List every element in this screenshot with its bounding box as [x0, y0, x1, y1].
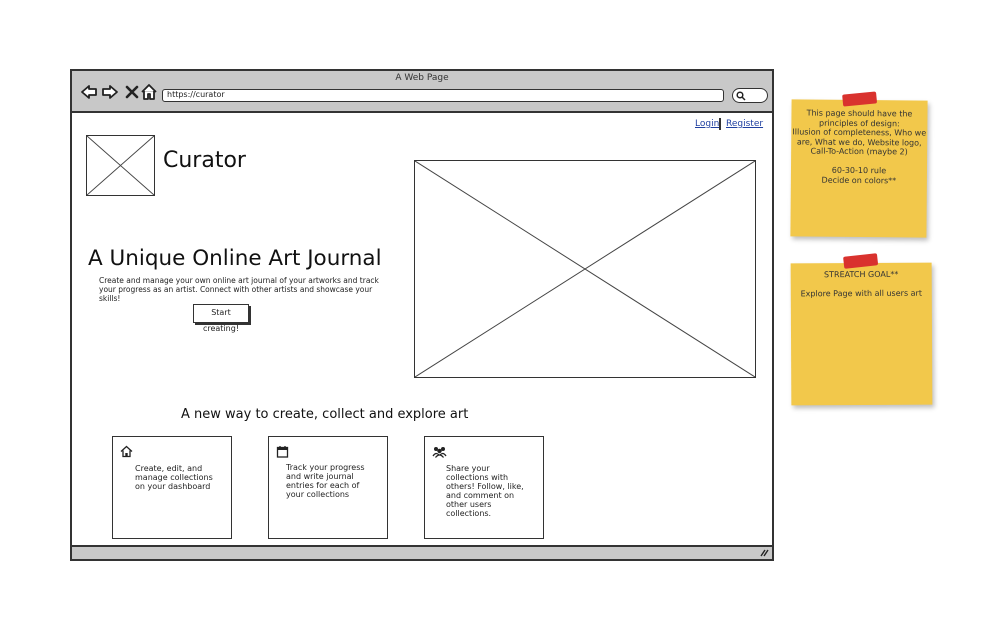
feature-card-dashboard: Create, edit, and manage collections on …	[112, 436, 232, 539]
login-link[interactable]: Login	[695, 119, 719, 129]
calendar-icon	[276, 446, 289, 458]
hero-description: Create and manage your own online art jo…	[99, 276, 379, 303]
home-icon[interactable]	[140, 83, 158, 101]
site-name: Curator	[163, 148, 246, 173]
note-line: Illusion of completeness, Who we	[792, 127, 927, 138]
users-icon	[432, 447, 447, 458]
feature-text: Track your progress and write journal en…	[286, 463, 365, 499]
features-heading: A new way to create, collect and explore…	[181, 407, 469, 422]
logo-placeholder	[86, 135, 155, 196]
link-divider	[719, 118, 721, 130]
note-line: This page should have the	[806, 108, 913, 119]
browser-statusbar	[72, 545, 772, 559]
home-icon	[120, 445, 133, 458]
close-icon[interactable]	[123, 83, 141, 101]
sticky-note-design: This page should have the principles of …	[790, 91, 928, 238]
back-arrow-icon[interactable]	[80, 83, 98, 101]
forward-arrow-icon[interactable]	[101, 83, 119, 101]
hero-title: A Unique Online Art Journal	[88, 246, 382, 271]
search-field[interactable]	[732, 88, 768, 103]
feature-text: Create, edit, and manage collections on …	[135, 464, 213, 491]
search-icon	[736, 91, 746, 101]
note-line: Explore Page with all users art	[800, 288, 922, 299]
browser-titlebar: A Web Page https://curator	[72, 71, 772, 113]
browser-window: A Web Page https://curator Login Registe…	[70, 69, 774, 561]
feature-text: Share your collections with others! Foll…	[446, 464, 524, 518]
hero-image-placeholder	[414, 160, 756, 378]
resize-grip-icon[interactable]	[760, 548, 769, 557]
note-line: Call-To-Action (maybe 2)	[810, 146, 908, 157]
note-line: Decide on colors**	[821, 175, 897, 185]
register-link[interactable]: Register	[726, 119, 763, 129]
url-input[interactable]: https://curator	[162, 89, 724, 102]
feature-card-share: Share your collections with others! Foll…	[424, 436, 544, 539]
sticky-note-stretch-goal: STREATCH GOAL** Explore Page with all us…	[790, 253, 933, 406]
feature-card-journal: Track your progress and write journal en…	[268, 436, 388, 539]
window-title: A Web Page	[395, 73, 449, 83]
start-creating-button[interactable]: Start creating!	[193, 304, 249, 333]
